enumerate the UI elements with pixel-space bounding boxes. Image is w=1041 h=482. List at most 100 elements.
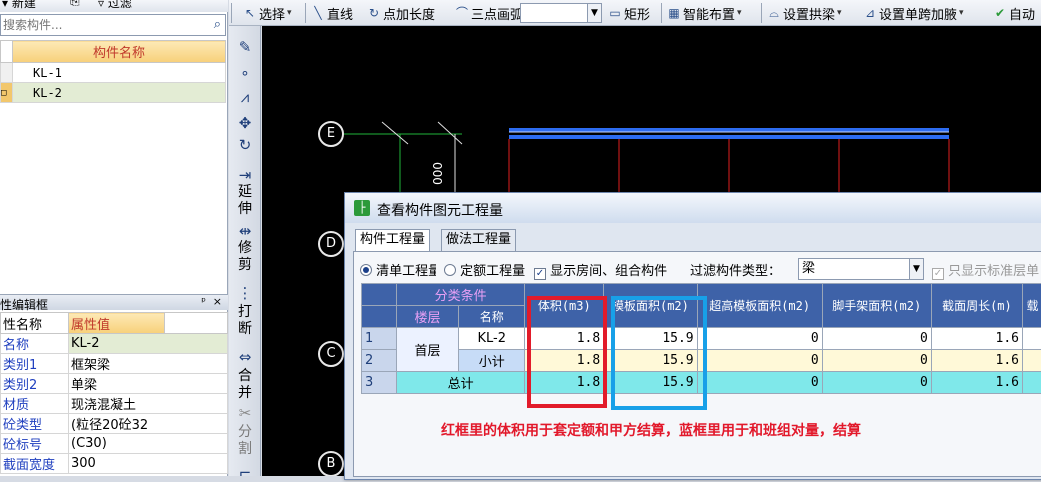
three-point-arc-button[interactable]: ⌒三点画弧 xyxy=(455,3,523,23)
chevron-down-icon[interactable]: ▼ xyxy=(909,259,923,279)
toolbar-divider xyxy=(305,3,306,23)
check-std-floor-label: 只显示标准层单 xyxy=(948,264,1039,279)
extend-button[interactable]: 延伸 xyxy=(235,184,255,218)
prop-value[interactable]: (粒径20砼32 xyxy=(69,414,228,434)
prop-name: 砼标号 xyxy=(1,434,69,454)
smart-layout-label: 智能布置 xyxy=(683,4,735,23)
col-extra[interactable]: 载 xyxy=(1023,284,1041,328)
col-perimeter[interactable]: 截面周长(m) xyxy=(931,284,1022,328)
prop-value[interactable]: (C30) xyxy=(69,434,228,454)
prop-value[interactable]: KL-2 xyxy=(69,334,228,354)
table-row[interactable]: 类别2单梁 xyxy=(1,374,228,394)
cursor-icon: ↖ xyxy=(243,6,257,20)
grid-icon: ▦ xyxy=(667,6,681,20)
chevron-down-icon[interactable]: ▾ xyxy=(959,8,964,18)
radio-icon[interactable] xyxy=(444,264,456,276)
merge-button[interactable]: 合并 xyxy=(235,368,255,402)
chevron-down-icon[interactable]: ▾ xyxy=(837,8,842,18)
perimeter-cell: 1.6 xyxy=(931,372,1022,394)
rectangle-button[interactable]: ▭矩形 xyxy=(608,3,650,23)
more-icon[interactable]: ⌐ xyxy=(233,464,257,482)
brush-icon[interactable]: ✎ xyxy=(233,38,257,56)
list-item[interactable]: □KL-2 xyxy=(1,83,226,103)
check-standard-floor[interactable]: ✓ 只显示标准层单 xyxy=(932,260,1039,280)
chevron-down-icon[interactable]: ▾ xyxy=(287,8,292,18)
component-name[interactable]: KL-2 xyxy=(13,83,226,103)
tab-component-quantity[interactable]: 构件工程量 xyxy=(355,229,430,252)
table-row[interactable]: 类别1框架梁 xyxy=(1,354,228,374)
table-row[interactable]: 砼类型(粒径20砼32 xyxy=(1,414,228,434)
point-length-button[interactable]: ↻点加长度 xyxy=(367,3,435,23)
rectangle-label: 矩形 xyxy=(624,4,650,23)
beam-kl-2-lower[interactable] xyxy=(509,135,949,139)
prop-value[interactable]: 300 xyxy=(69,454,228,474)
select-button[interactable]: ↖选择▾ xyxy=(243,3,292,23)
rotate-icon[interactable]: ↻ xyxy=(233,136,257,154)
col-scaffold[interactable]: 脚手架面积(m2) xyxy=(822,284,931,328)
component-search[interactable]: ⌕ xyxy=(0,14,226,36)
extra-cell xyxy=(1023,350,1041,372)
new-component-button[interactable]: ▾ 新建 xyxy=(2,0,36,11)
checkbox-icon[interactable]: ✓ xyxy=(932,268,944,280)
move-icon[interactable]: ✥ xyxy=(233,114,257,132)
break-button[interactable]: 打断 xyxy=(235,304,255,338)
table-row[interactable]: 名称KL-2 xyxy=(1,334,228,354)
beam-kl-2[interactable] xyxy=(509,128,949,132)
arc-icon: ⌒ xyxy=(455,6,469,20)
dimension-text: 000 xyxy=(430,162,444,185)
prop-value[interactable]: 现浇混凝土 xyxy=(69,394,228,414)
split-icon[interactable]: ✂ xyxy=(233,404,257,422)
prop-extra-header xyxy=(165,313,228,334)
haunch-label: 设置单跨加腋 xyxy=(879,4,957,23)
break-icon[interactable]: ⋮ xyxy=(233,284,257,302)
filter-type-select[interactable]: 梁▼ xyxy=(798,258,924,280)
line-label: 直线 xyxy=(327,4,353,23)
dialog-titlebar[interactable]: ├ 查看构件图元工程量 xyxy=(345,193,1041,223)
component-toolbar: ▾ 新建 ⎘ ▿ 过滤 xyxy=(0,0,228,12)
check-show-rooms[interactable]: ✓ 显示房间、组合构件 xyxy=(534,260,667,280)
radio-quota-quantity[interactable]: 定额工程量 xyxy=(444,260,530,279)
trim-icon[interactable]: ⇹ xyxy=(233,222,257,240)
extend-icon[interactable]: ⇥ xyxy=(233,166,257,184)
mirror-points-icon[interactable]: ∘ xyxy=(233,64,257,82)
auto-label: 自动 xyxy=(1009,4,1035,23)
copy-icon[interactable]: ⎘ xyxy=(70,0,80,9)
mirror-icon[interactable]: ⩘ xyxy=(233,88,257,106)
draw-mode-combo[interactable]: ▼ xyxy=(520,3,602,23)
close-icon[interactable]: × xyxy=(213,295,222,308)
prop-value[interactable]: 单梁 xyxy=(69,374,228,394)
col-high-formwork[interactable]: 超高模板面积(m2) xyxy=(697,284,822,328)
blue-highlight-box xyxy=(611,296,707,410)
filter-button[interactable]: ▿ 过滤 xyxy=(98,0,132,11)
merge-icon[interactable]: ⇔ xyxy=(233,348,257,366)
component-name[interactable]: KL-1 xyxy=(13,63,226,83)
select-label: 选择 xyxy=(259,4,285,23)
list-item[interactable]: KL-1 xyxy=(1,63,226,83)
prop-name-header: 性名称 xyxy=(1,313,69,334)
tick-mark xyxy=(382,122,408,144)
radio-icon[interactable] xyxy=(360,264,372,276)
tab-method-quantity[interactable]: 做法工程量 xyxy=(441,229,516,251)
auto-button[interactable]: ✔自动 xyxy=(993,3,1035,23)
split-button[interactable]: 分割 xyxy=(235,424,255,458)
prop-value[interactable]: 框架梁 xyxy=(69,354,228,374)
search-icon[interactable]: ⌕ xyxy=(214,17,221,32)
pin-icon[interactable]: ᵖ xyxy=(201,295,206,308)
red-highlight-box xyxy=(527,296,607,408)
chevron-down-icon[interactable]: ▼ xyxy=(587,4,601,22)
set-arch-beam-button[interactable]: ⌓设置拱梁▾ xyxy=(767,3,842,23)
check-icon: ✔ xyxy=(993,6,1007,20)
table-row[interactable]: 截面宽度300 xyxy=(1,454,228,474)
search-input[interactable] xyxy=(1,15,201,35)
table-row[interactable]: 材质现浇混凝土 xyxy=(1,394,228,414)
chevron-down-icon[interactable]: ▾ xyxy=(737,8,742,18)
line-button[interactable]: ╲直线 xyxy=(311,3,353,23)
table-row[interactable]: 砼标号(C30) xyxy=(1,434,228,454)
edit-tool-strip: ✎ ∘ ⩘ ✥ ↻ ⇥ 延伸 ⇹ 修剪 ⋮ 打断 ⇔ 合并 ✂ 分割 ⌐ xyxy=(229,26,261,476)
set-span-haunch-button[interactable]: ⊿设置单跨加腋▾ xyxy=(863,3,964,23)
radio-list-quantity[interactable]: 清单工程量 xyxy=(360,260,436,279)
trim-button[interactable]: 修剪 xyxy=(235,240,255,274)
smart-layout-button[interactable]: ▦智能布置▾ xyxy=(667,3,742,23)
point-length-icon: ↻ xyxy=(367,6,381,20)
checkbox-icon[interactable]: ✓ xyxy=(534,268,546,280)
